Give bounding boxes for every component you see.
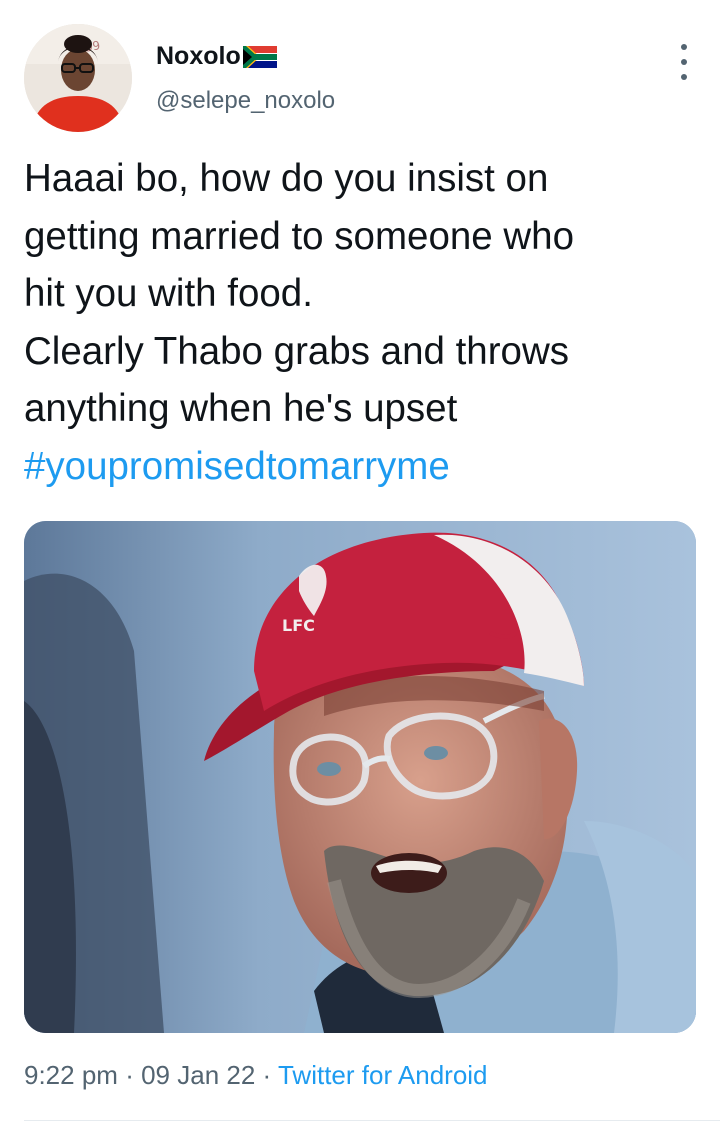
tweet-text-line: Clearly Thabo grabs and throws (24, 329, 569, 373)
tweet-source-link[interactable]: Twitter for Android (278, 1060, 488, 1090)
tweet-meta: 9:22 pm · 09 Jan 22 · Twitter for Androi… (24, 1060, 488, 1091)
tweet-text-line: anything when he's upset (24, 387, 458, 430)
dot (681, 44, 687, 50)
avatar[interactable]: O9 (24, 24, 132, 132)
south-africa-flag-icon (242, 45, 277, 68)
tweet-text: Haaai bo, how do you insist on getting m… (24, 150, 696, 495)
hashtag-link[interactable]: #youpromisedtomarryme (24, 438, 696, 496)
display-name-text: Noxolo (156, 42, 241, 70)
meta-separator: · (262, 1060, 272, 1090)
photo-man-in-cap: LFC (24, 521, 696, 1033)
tweet-time[interactable]: 9:22 pm (24, 1060, 118, 1090)
user-info[interactable]: Noxolo @selepe_noxolo (156, 42, 335, 115)
tweet-text-line: getting married to someone who (24, 214, 574, 258)
tweet-text-line: Haaai bo, how do you insist on (24, 157, 549, 200)
user-handle[interactable]: @selepe_noxolo (156, 87, 335, 115)
divider (24, 1120, 720, 1121)
avatar-image: O9 (24, 24, 132, 132)
meta-separator: · (125, 1060, 134, 1090)
dot (681, 74, 687, 80)
tweet-date[interactable]: 09 Jan 22 (141, 1060, 255, 1090)
tweet-text-line: hit you with food. (24, 272, 313, 315)
display-name[interactable]: Noxolo (156, 42, 335, 71)
cap-logo-text: LFC (282, 616, 315, 635)
more-vertical-icon[interactable] (678, 44, 690, 80)
tweet-media-photo[interactable]: LFC (24, 521, 696, 1033)
dot (681, 59, 687, 65)
tweet-header: O9 Noxolo @selepe_noxolo (24, 24, 696, 134)
